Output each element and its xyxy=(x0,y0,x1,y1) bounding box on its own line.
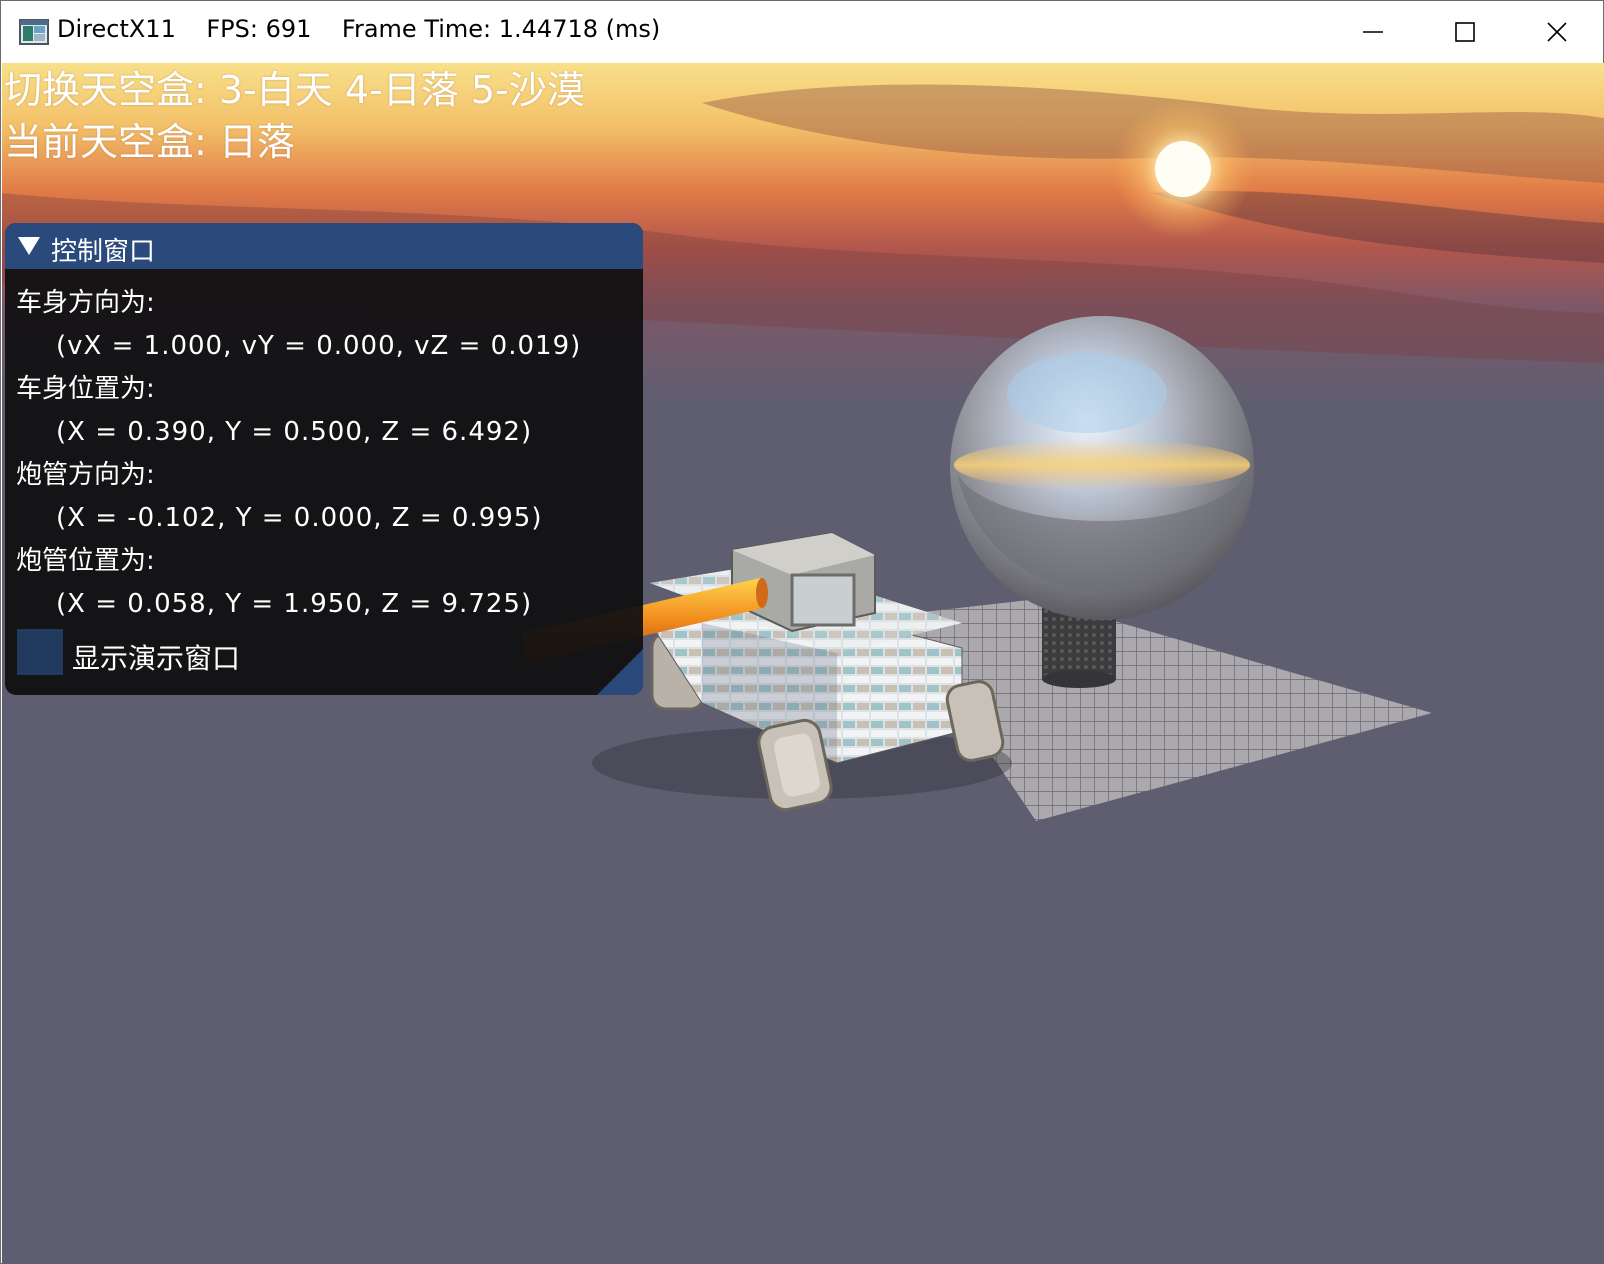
collapse-triangle-icon[interactable] xyxy=(17,236,41,256)
body-direction-label: 车身方向为: xyxy=(16,288,155,318)
skybox-switch-hint: 切换天空盒: 3-白天 4-日落 5-沙漠 xyxy=(4,68,585,112)
title-bar[interactable]: DirectX11 FPS: 691 Frame Time: 1.44718 (… xyxy=(1,1,1603,63)
app-icon xyxy=(19,19,49,45)
minimize-icon xyxy=(1363,31,1383,33)
close-icon xyxy=(1547,22,1567,42)
control-window[interactable]: 控制窗口 车身方向为: (vX = 1.000, vY = 0.000, vZ … xyxy=(5,223,643,695)
close-button[interactable] xyxy=(1511,1,1603,63)
barrel-direction-value: (X = -0.102, Y = 0.000, Z = 0.995) xyxy=(56,503,543,533)
show-demo-window-checkbox[interactable] xyxy=(17,629,63,675)
minimize-button[interactable] xyxy=(1327,1,1419,63)
app-window: DirectX11 FPS: 691 Frame Time: 1.44718 (… xyxy=(0,0,1604,1264)
body-position-value: (X = 0.390, Y = 0.500, Z = 6.492) xyxy=(56,417,533,447)
barrel-position-label: 炮管位置为: xyxy=(16,546,155,576)
maximize-button[interactable] xyxy=(1419,1,1511,63)
maximize-icon xyxy=(1455,22,1475,42)
render-viewport[interactable]: 切换天空盒: 3-白天 4-日落 5-沙漠 当前天空盒: 日落 控制窗口 车身方… xyxy=(2,63,1604,1264)
control-window-title: 控制窗口 xyxy=(51,237,156,267)
current-skybox-label: 当前天空盒: 日落 xyxy=(4,120,295,164)
resize-grip-icon[interactable] xyxy=(597,649,643,695)
window-title: DirectX11 FPS: 691 Frame Time: 1.44718 (… xyxy=(57,15,661,43)
show-demo-window-label[interactable]: 显示演示窗口 xyxy=(72,637,240,677)
barrel-direction-label: 炮管方向为: xyxy=(16,460,155,490)
control-window-header[interactable]: 控制窗口 xyxy=(5,223,643,269)
body-position-label: 车身位置为: xyxy=(16,374,155,404)
barrel-position-value: (X = 0.058, Y = 1.950, Z = 9.725) xyxy=(56,589,533,619)
body-direction-value: (vX = 1.000, vY = 0.000, vZ = 0.019) xyxy=(56,331,582,361)
